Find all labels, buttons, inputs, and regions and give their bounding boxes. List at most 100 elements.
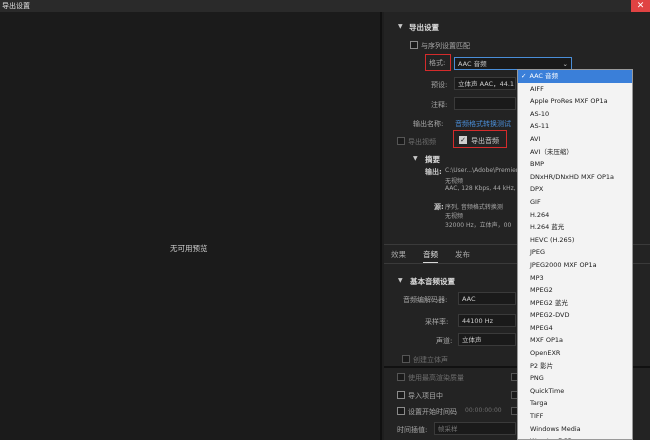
max-render-label: 使用最高渲染质量 — [408, 374, 464, 382]
channels-select[interactable]: 立体声 — [458, 333, 516, 346]
codec-label: 音频编解码器: — [403, 296, 448, 304]
format-options: ✓ AAC 音频 AIFF Apple ProRes MXF OP1a AS-10 AS-… — [518, 70, 632, 439]
preset-select[interactable]: 立体声 AAC，44.1 — [454, 77, 516, 90]
format-option[interactable]: Windows Media — [518, 423, 632, 436]
export-audio-checkbox[interactable]: ✓ — [459, 136, 467, 144]
format-option[interactable]: ✓ AAC 音频 — [518, 70, 632, 83]
format-option-label: TIFF — [530, 412, 544, 421]
summary-triangle-icon[interactable]: ▼ — [413, 155, 418, 162]
format-value: AAC 音频 — [458, 60, 487, 68]
format-option-label: H.264 蓝光 — [530, 223, 565, 232]
format-option-label: AVI（未压缩） — [530, 147, 573, 156]
format-option-label: JPEG — [530, 248, 545, 257]
no-preview-text: 无可用预览 — [170, 244, 208, 253]
format-option[interactable]: MXF OP1a — [518, 334, 632, 347]
window-title: 导出设置 — [0, 0, 650, 12]
format-option[interactable]: P2 影片 — [518, 360, 632, 373]
format-option[interactable]: MPEG4 — [518, 322, 632, 335]
match-sequence-checkbox[interactable] — [410, 41, 418, 49]
export-video-label: 导出视频 — [408, 138, 436, 146]
sample-rate-select[interactable]: 44100 Hz — [458, 314, 516, 327]
summary-source-line: 序列, 音频格式转换测 — [445, 204, 503, 211]
collapse-triangle-icon[interactable]: ▼ — [398, 23, 403, 30]
summary-source-line: 无视频 — [445, 213, 464, 220]
format-option[interactable]: BMP — [518, 158, 632, 171]
format-option-label: MPEG2-DVD — [530, 311, 570, 320]
format-option[interactable]: AVI（未压缩） — [518, 146, 632, 159]
format-option-label: MPEG2 蓝光 — [530, 298, 568, 307]
create-stereo-label: 创建立体声 — [413, 356, 448, 364]
format-option-label: AAC 音频 — [529, 72, 559, 80]
set-start-tc-checkbox[interactable] — [397, 407, 405, 415]
format-option[interactable]: H.264 蓝光 — [518, 221, 632, 234]
format-label: 格式: — [429, 59, 446, 67]
format-option[interactable]: Apple ProRes MXF OP1a — [518, 95, 632, 108]
format-option[interactable]: AVI — [518, 133, 632, 146]
codec-select[interactable]: AAC — [458, 292, 516, 305]
format-option[interactable]: Targa — [518, 397, 632, 410]
format-option-label: OpenEXR — [530, 349, 561, 358]
format-option-label: MPEG4 — [530, 323, 553, 332]
format-option[interactable]: MPEG2 — [518, 284, 632, 297]
max-render-checkbox[interactable] — [397, 373, 405, 381]
format-option[interactable]: AS-10 — [518, 108, 632, 121]
preset-label: 预设: — [431, 81, 448, 89]
format-option-label: AS-11 — [530, 122, 550, 131]
export-video-checkbox[interactable] — [397, 137, 405, 145]
import-project-label: 导入项目中 — [408, 392, 443, 400]
format-option[interactable]: PNG — [518, 372, 632, 385]
format-option-label: AIFF — [530, 84, 544, 93]
format-option[interactable]: DNxHR/DNxHD MXF OP1a — [518, 171, 632, 184]
start-timecode-value[interactable]: 00:00:00:00 — [465, 407, 502, 414]
import-project-checkbox[interactable] — [397, 391, 405, 399]
format-option[interactable]: QuickTime — [518, 385, 632, 398]
format-option-label: GIF — [530, 197, 541, 206]
format-option[interactable]: MPEG2-DVD — [518, 309, 632, 322]
format-option-label: Targa — [530, 399, 548, 408]
basic-audio-title: 基本音频设置 — [410, 277, 455, 286]
summary-source-key: 源: — [434, 203, 444, 211]
format-option-label: H.264 — [530, 210, 550, 219]
match-sequence-label: 与序列设置匹配 — [421, 42, 470, 50]
format-option-label: HEVC (H.265) — [530, 235, 575, 244]
format-option[interactable]: GIF — [518, 196, 632, 209]
format-option[interactable]: HEVC (H.265) — [518, 234, 632, 247]
time-interp-select[interactable]: 帧采样 — [434, 422, 516, 435]
summary-output-line: C:\User...\Adobe\Premiere — [445, 167, 522, 174]
tab-effects[interactable]: 效果 — [391, 249, 406, 260]
format-option[interactable]: JPEG — [518, 246, 632, 259]
format-option[interactable]: DPX — [518, 183, 632, 196]
summary-output-line: AAC, 128 Kbps, 44 kHz, — [445, 185, 516, 192]
time-interp-label: 时间插值: — [397, 426, 428, 434]
summary-output-line: 无视频 — [445, 178, 464, 185]
format-option-label: DNxHR/DNxHD MXF OP1a — [530, 172, 615, 181]
format-option-label: MXF OP1a — [530, 336, 564, 345]
comment-label: 注释: — [431, 101, 448, 109]
format-option-label: PNG — [530, 374, 544, 383]
preview-pane — [0, 12, 382, 440]
format-option[interactable]: MP3 — [518, 272, 632, 285]
comment-input[interactable] — [454, 97, 516, 110]
close-icon[interactable]: ✕ — [631, 0, 650, 12]
summary-output-key: 输出: — [425, 168, 442, 176]
output-name-link[interactable]: 音频格式转换测试 — [455, 119, 511, 129]
tab-audio[interactable]: 音频 — [423, 249, 438, 263]
format-option[interactable]: MPEG2 蓝光 — [518, 297, 632, 310]
format-dropdown-list[interactable]: ✓ AAC 音频 AIFF Apple ProRes MXF OP1a AS-10 AS-… — [517, 69, 633, 440]
format-option[interactable]: JPEG2000 MXF OP1a — [518, 259, 632, 272]
format-option-label: BMP — [530, 160, 544, 169]
format-option[interactable]: Wraptor DCP — [518, 435, 632, 439]
audio-section-triangle-icon[interactable]: ▼ — [398, 277, 403, 284]
output-name-label: 输出名称: — [413, 120, 444, 128]
set-start-tc-label: 设置开始时间码 — [408, 408, 457, 416]
format-option-label: AVI — [530, 134, 541, 143]
format-option-label: QuickTime — [530, 386, 565, 395]
format-option[interactable]: TIFF — [518, 410, 632, 423]
format-option[interactable]: AIFF — [518, 83, 632, 96]
create-stereo-checkbox[interactable] — [402, 355, 410, 363]
format-option-label: Windows Media — [530, 424, 581, 433]
format-option[interactable]: H.264 — [518, 209, 632, 222]
format-option[interactable]: AS-11 — [518, 120, 632, 133]
tab-publish[interactable]: 发布 — [455, 249, 470, 260]
format-option[interactable]: OpenEXR — [518, 347, 632, 360]
